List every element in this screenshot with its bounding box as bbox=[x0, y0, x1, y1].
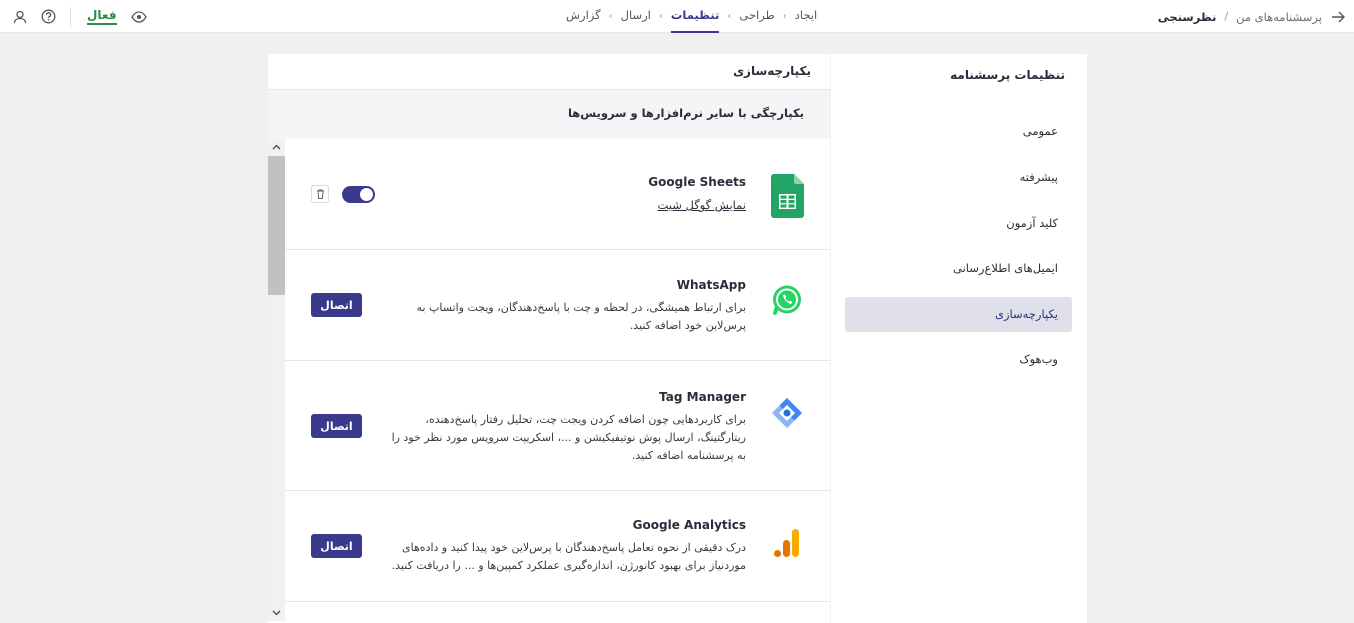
integration-description: برای کاربردهایی چون اضافه کردن ویجت چت، … bbox=[391, 413, 746, 462]
integration-name: WhatsApp bbox=[676, 278, 746, 292]
integration-row-google-sheets: Google Sheets نمایش گوگل شیت bbox=[285, 139, 830, 250]
integration-name: Google Sheets bbox=[648, 175, 746, 189]
integration-name: Tag Manager bbox=[659, 390, 746, 404]
wizard-steps: ایجاد › طراحی › تنظیمات › ارسال › گزارش bbox=[566, 0, 817, 33]
step-settings[interactable]: تنظیمات bbox=[670, 0, 720, 33]
divider bbox=[70, 6, 71, 27]
connect-button-whatsapp[interactable]: اتصال bbox=[311, 293, 362, 317]
settings-sidebar: تنظیمات پرسشنامه عمومی پیشرفته کلید آزمو… bbox=[831, 54, 1087, 623]
chevron-left-icon: › bbox=[608, 11, 613, 22]
help-circle-icon[interactable] bbox=[39, 8, 57, 26]
integration-name: Google Analytics bbox=[632, 518, 746, 532]
top-bar-actions: فعال bbox=[6, 0, 153, 33]
step-send[interactable]: ارسال bbox=[621, 0, 651, 33]
integration-panel: یکپارچه‌سازی یکپارچگی با سایر نرم‌افزاره… bbox=[268, 54, 830, 623]
nav-item-notification-emails[interactable]: ایمیل‌های اطلاع‌رسانی bbox=[845, 251, 1072, 286]
breadcrumb: پرسشنامه‌های من / نظرسنجی bbox=[1158, 0, 1346, 33]
breadcrumb-current: نظرسنجی bbox=[1157, 9, 1217, 24]
step-design[interactable]: طراحی bbox=[739, 0, 774, 33]
status-active-toggle[interactable]: فعال bbox=[87, 8, 117, 25]
arrow-right-icon[interactable] bbox=[1330, 9, 1346, 25]
step-report[interactable]: گزارش bbox=[566, 0, 601, 33]
nav-item-integration[interactable]: یکپارچه‌سازی bbox=[845, 297, 1072, 332]
nav-item-webhook[interactable]: وب‌هوک bbox=[845, 342, 1072, 377]
top-bar: پرسشنامه‌های من / نظرسنجی ایجاد › طراحی … bbox=[0, 0, 1354, 33]
scroll-up-arrow-icon[interactable] bbox=[268, 139, 285, 155]
chevron-left-icon: › bbox=[727, 11, 732, 22]
trash-icon[interactable] bbox=[311, 185, 329, 203]
google-analytics-icon bbox=[768, 519, 806, 567]
section-title: یکپارچگی با سایر نرم‌افزارها و سرویس‌ها bbox=[567, 106, 804, 120]
integration-description: برای ارتباط همیشگی، در لحظه و چت با پاسخ… bbox=[416, 301, 746, 332]
section-header: یکپارچگی با سایر نرم‌افزارها و سرویس‌ها bbox=[268, 90, 830, 139]
toggle-knob bbox=[360, 188, 373, 201]
integration-row-whatsapp: WhatsApp برای ارتباط همیشگی، در لحظه و چ… bbox=[285, 250, 830, 361]
breadcrumb-separator: / bbox=[1224, 10, 1229, 23]
whatsapp-icon bbox=[768, 276, 806, 324]
nav-item-general[interactable]: عمومی bbox=[845, 114, 1072, 149]
connect-button-tag-manager[interactable]: اتصال bbox=[311, 414, 362, 438]
connect-button-google-analytics[interactable]: اتصال bbox=[311, 534, 362, 558]
integration-row-google-analytics: Google Analytics درک دقیقی از نحوه تعامل… bbox=[285, 491, 830, 602]
eye-icon[interactable] bbox=[130, 8, 148, 26]
chevron-left-icon: › bbox=[782, 11, 787, 22]
nav-item-answer-key[interactable]: کلید آزمون bbox=[845, 206, 1072, 241]
scrollbar[interactable] bbox=[268, 139, 285, 621]
integration-description: درک دقیقی از نحوه تعامل پاسخ‌دهندگان با … bbox=[391, 541, 746, 572]
google-sheets-view-link[interactable]: نمایش گوگل شیت bbox=[657, 198, 746, 212]
breadcrumb-parent-link[interactable]: پرسشنامه‌های من bbox=[1236, 10, 1322, 24]
settings-title: تنظیمات پرسشنامه bbox=[950, 68, 1065, 82]
google-sheets-toggle[interactable] bbox=[342, 186, 375, 203]
step-create[interactable]: ایجاد bbox=[795, 0, 817, 33]
integration-row-tag-manager: Tag Manager برای کاربردهایی چون اضافه کر… bbox=[285, 361, 830, 491]
nav-item-advanced[interactable]: پیشرفته bbox=[845, 160, 1072, 195]
panel-title: یکپارچه‌سازی bbox=[733, 64, 811, 78]
scroll-down-arrow-icon[interactable] bbox=[268, 605, 285, 621]
scrollbar-thumb[interactable] bbox=[268, 156, 285, 295]
user-icon[interactable] bbox=[11, 8, 29, 26]
google-sheets-icon bbox=[768, 172, 806, 220]
chevron-left-icon: › bbox=[658, 11, 663, 22]
google-tag-manager-icon bbox=[768, 389, 806, 437]
